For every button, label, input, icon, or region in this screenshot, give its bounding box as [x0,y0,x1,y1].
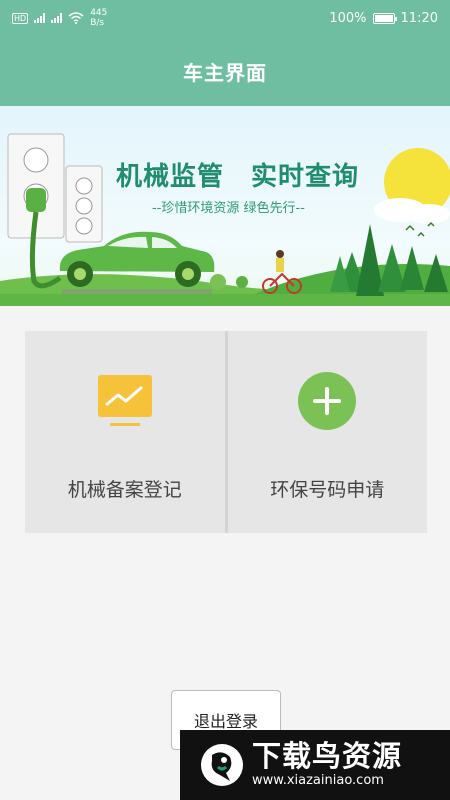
watermark-text: 下载鸟资源 www.xiazainiao.com [252,740,402,790]
banner: 机械监管 实时查询 --珍惜环境资源 绿色先行-- [0,106,450,306]
status-right: 100% 11:20 [329,11,438,26]
tile-machine-registration[interactable]: 机械备案登记 [25,331,225,533]
page-title: 车主界面 [0,36,450,106]
banner-subtitle: --珍惜环境资源 绿色先行-- [152,201,305,216]
signal-3g-icon [34,13,46,23]
plus-circle-icon [297,371,357,431]
bird-logo-icon [201,744,243,786]
tile-label: 机械备案登记 [67,479,182,501]
status-left: HD 445 B/s [12,8,107,28]
tile-label: 环保号码申请 [270,479,385,501]
net-speed-value: 445 [90,8,108,18]
clock: 11:20 [400,10,438,26]
net-speed: 445 B/s [90,8,107,28]
banner-title: 机械监管 实时查询 [116,162,360,192]
feature-grid: 机械备案登记 环保号码申请 [25,331,427,533]
status-bar: HD 445 B/s 100% 11:20 [0,0,450,36]
battery-percent: 100% [329,10,367,26]
net-speed-unit: B/s [90,18,105,28]
wifi-icon [68,12,84,24]
battery-icon [372,12,397,24]
signal-4g-icon [51,13,63,23]
watermark-title: 下载鸟资源 [252,739,403,773]
watermark: 下载鸟资源 www.xiazainiao.com [180,730,450,800]
watermark-url: www.xiazainiao.com [252,773,384,788]
tile-eco-number-application[interactable]: 环保号码申请 [224,331,428,533]
chart-monitor-icon [95,371,155,431]
hd-icon: HD [12,12,29,24]
